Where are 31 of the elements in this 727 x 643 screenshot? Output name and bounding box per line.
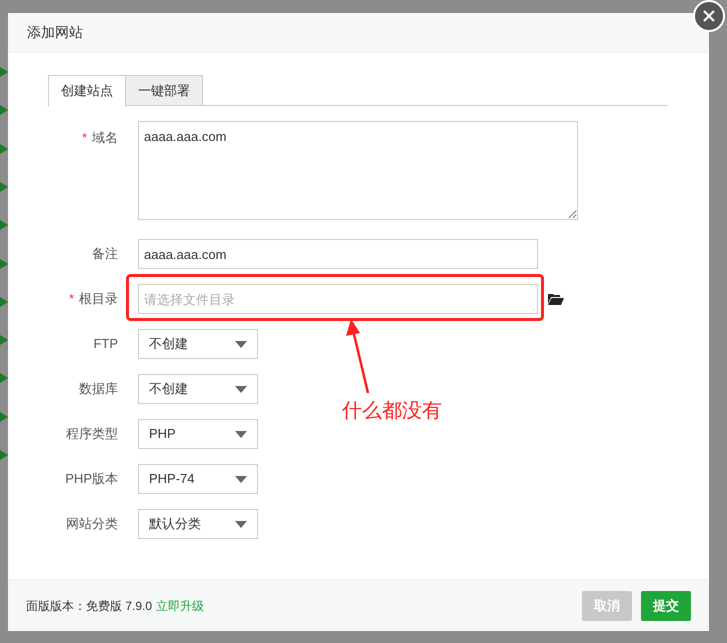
required-mark: * (82, 129, 87, 147)
field-label: 数据库 (79, 380, 118, 398)
required-mark: * (68, 290, 74, 308)
dialog-title: 添加网站 (27, 23, 83, 42)
field-label: FTP (93, 335, 118, 354)
caret-icon (235, 430, 247, 438)
select-field[interactable]: PHP (138, 419, 258, 449)
annotation-text: 什么都没有 (342, 399, 442, 424)
close-icon (702, 9, 716, 23)
field-label: 网站分类 (66, 515, 118, 534)
folder-icon[interactable] (548, 293, 564, 305)
input-field[interactable]: 请选择文件目录 (138, 284, 538, 314)
field-label: 根目录 (79, 290, 118, 308)
input-field[interactable]: aaaa.aaa.com (138, 239, 538, 269)
caret-icon (235, 386, 247, 392)
field-label: 域名 (92, 129, 118, 147)
caret-icon (235, 340, 247, 348)
close-button[interactable] (693, 0, 725, 32)
panel-version-text: 面版版本：免费版 7.9.0 (26, 598, 152, 614)
caret-icon (235, 520, 247, 528)
select-field[interactable]: 默认分类 (138, 509, 258, 539)
tab[interactable]: 一键部署 (126, 75, 203, 106)
caret-icon (235, 476, 247, 482)
select-field[interactable]: PHP-74 (138, 464, 258, 494)
select-field[interactable]: 不创建 (138, 329, 258, 359)
tab[interactable]: 创建站点 (48, 75, 126, 107)
field-label: 备注 (92, 245, 118, 264)
field-label: PHP版本 (65, 470, 118, 488)
field-label: 程序类型 (66, 425, 118, 444)
domain-textarea[interactable]: aaaa.aaa.com (138, 121, 578, 220)
select-field[interactable]: 不创建 (138, 374, 258, 404)
